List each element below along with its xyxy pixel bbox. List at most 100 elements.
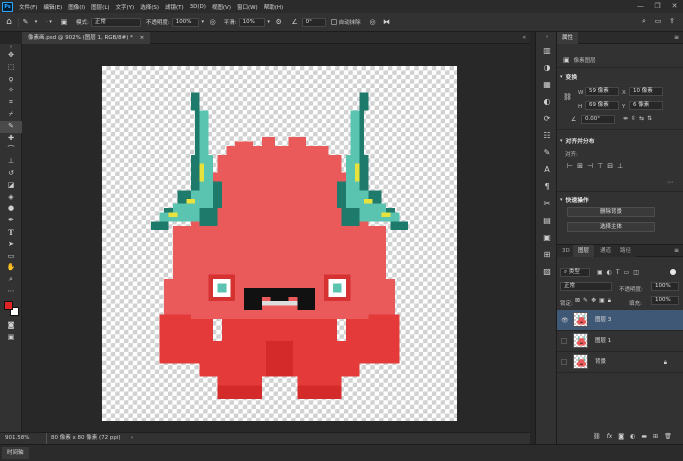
menu-image[interactable]: 图像(I) bbox=[65, 3, 88, 11]
glyphs-panel-icon[interactable]: ▤ bbox=[536, 212, 558, 229]
layer-row[interactable]: 背景 🔒︎ bbox=[557, 352, 683, 373]
select-subject-button[interactable]: 选择主体 bbox=[567, 222, 655, 232]
type-tool-icon[interactable]: T bbox=[0, 227, 22, 239]
move-tool-icon[interactable]: ✥ bbox=[0, 50, 22, 62]
new-layer-icon[interactable]: ⊞ bbox=[653, 433, 658, 440]
brush-settings-icon[interactable]: ▣ bbox=[58, 18, 70, 27]
dodge-tool-icon[interactable]: ● bbox=[0, 203, 22, 215]
lock-position-icon[interactable]: ✥ bbox=[591, 297, 596, 305]
chevron-down-icon[interactable]: ▾ bbox=[32, 18, 40, 27]
pressure-size-icon[interactable]: ◎ bbox=[366, 18, 380, 27]
menu-edit[interactable]: 编辑(E) bbox=[40, 3, 65, 11]
menu-select[interactable]: 选择(S) bbox=[137, 3, 162, 11]
magic-wand-tool-icon[interactable]: ✧ bbox=[0, 85, 22, 97]
pencil-tool-icon[interactable]: ✎ bbox=[0, 120, 22, 133]
chevron-down-icon[interactable]: ▾ bbox=[199, 18, 207, 27]
auto-erase-checkbox[interactable] bbox=[330, 19, 337, 25]
align-top-icon[interactable]: ⊤ bbox=[597, 162, 603, 170]
chevron-down-icon[interactable]: ▾ bbox=[560, 74, 563, 80]
blend-mode-select[interactable]: 正常 bbox=[560, 282, 612, 291]
history-panel-icon[interactable]: ▥ bbox=[536, 42, 558, 59]
strip-expand-icon[interactable]: » bbox=[536, 32, 558, 42]
pressure-opacity-icon[interactable]: ◎ bbox=[207, 18, 219, 27]
menu-view[interactable]: 视图(V) bbox=[209, 3, 234, 11]
filter-type-icon[interactable]: T bbox=[616, 269, 620, 276]
properties-panel-icon[interactable]: ☷ bbox=[536, 127, 558, 144]
clone-stamp-tool-icon[interactable]: ⊥ bbox=[0, 156, 22, 168]
gear-icon[interactable]: ⚙ bbox=[273, 18, 285, 27]
document-tab[interactable]: 像素画.psd @ 902% (图层 1, RGB/8#) * × bbox=[22, 32, 151, 44]
panel-menu-icon[interactable]: ≡ bbox=[674, 32, 679, 44]
fill-input[interactable]: 100% bbox=[651, 296, 679, 305]
lock-artboard-icon[interactable]: ▣ bbox=[599, 297, 605, 305]
info-panel-icon[interactable]: ⊞ bbox=[536, 246, 558, 263]
screen-mode-icon[interactable]: ▣ bbox=[0, 332, 22, 344]
more-tools-icon[interactable]: ⋯ bbox=[0, 286, 22, 298]
tools-preset-icon[interactable]: ✂ bbox=[536, 195, 558, 212]
eyedropper-tool-icon[interactable]: ⌿ bbox=[0, 109, 22, 121]
angle-input[interactable]: 0° bbox=[301, 17, 326, 27]
histogram-panel-icon[interactable]: ▨ bbox=[536, 263, 558, 280]
close-icon[interactable]: × bbox=[140, 35, 145, 41]
maximize-button[interactable]: ❐ bbox=[649, 0, 666, 13]
y-input[interactable]: 6 像素 bbox=[629, 101, 663, 110]
flip-horizontal-icon[interactable]: ⇹ bbox=[623, 115, 628, 122]
color-panel-icon[interactable]: ◑ bbox=[536, 59, 558, 76]
menu-file[interactable]: 文件(F) bbox=[16, 3, 40, 11]
tab-properties[interactable]: 属性 bbox=[557, 32, 579, 44]
zoom-level[interactable]: 901.58% bbox=[5, 433, 29, 444]
align-left-icon[interactable]: ⊢ bbox=[567, 162, 573, 170]
trash-icon[interactable]: 🗑︎ bbox=[664, 433, 672, 440]
height-input[interactable]: 69 像素 bbox=[585, 101, 619, 110]
menu-help[interactable]: 帮助(H) bbox=[261, 3, 286, 11]
visibility-toggle[interactable] bbox=[561, 359, 567, 365]
panel-collapse-icon[interactable]: « bbox=[522, 32, 526, 44]
quick-mask-icon[interactable]: ◙ bbox=[0, 320, 22, 332]
eye-icon[interactable]: 👁︎ bbox=[561, 310, 569, 331]
tab-paths[interactable]: 路径 bbox=[615, 245, 637, 257]
history-brush-tool-icon[interactable]: ↺ bbox=[0, 168, 22, 180]
flip-horizontal-alt-icon[interactable]: ⇆ bbox=[639, 115, 644, 122]
paint-bucket-tool-icon[interactable]: ◈ bbox=[0, 192, 22, 204]
filter-smart-icon[interactable]: ◫ bbox=[633, 269, 639, 276]
align-middle-icon[interactable]: ⊟ bbox=[607, 162, 613, 170]
link-icon[interactable]: ⛓ bbox=[593, 433, 601, 440]
search-icon[interactable]: ⌕ bbox=[637, 17, 651, 26]
lock-image-icon[interactable]: ✎ bbox=[583, 297, 588, 305]
healing-brush-tool-icon[interactable]: ✚ bbox=[0, 133, 22, 145]
tab-channels[interactable]: 通道 bbox=[595, 245, 617, 257]
more-options-icon[interactable]: ⋯ bbox=[667, 179, 673, 186]
mask-icon[interactable]: ◙ bbox=[618, 433, 624, 440]
chevron-down-icon[interactable]: ▾ bbox=[265, 18, 273, 27]
brush-tool-icon[interactable]: ⌒ bbox=[0, 144, 22, 156]
group-icon[interactable]: ▬ bbox=[641, 433, 647, 440]
brushes-panel-icon[interactable]: ✎ bbox=[536, 144, 558, 161]
share-icon[interactable]: ⇪ bbox=[665, 17, 679, 26]
menu-type[interactable]: 文字(Y) bbox=[113, 3, 138, 11]
adjustment-icon[interactable]: ◐ bbox=[630, 433, 635, 440]
layer-filter-select[interactable]: ⌕ 类型 bbox=[560, 268, 590, 277]
align-center-icon[interactable]: ⊞ bbox=[577, 162, 583, 170]
filter-shape-icon[interactable]: ▭ bbox=[624, 269, 630, 276]
menu-3d[interactable]: 3D(D) bbox=[187, 4, 209, 10]
align-right-icon[interactable]: ⊣ bbox=[587, 162, 593, 170]
menu-layer[interactable]: 图层(L) bbox=[88, 3, 112, 11]
timeline-tab[interactable]: 时间轴 bbox=[2, 447, 29, 459]
rotation-input[interactable]: 0.00° bbox=[581, 115, 615, 124]
character-panel-icon[interactable]: A bbox=[536, 161, 558, 178]
chevron-down-icon[interactable]: ▾ bbox=[560, 197, 563, 203]
pencil-icon[interactable]: ✎ bbox=[18, 17, 32, 27]
close-window-button[interactable]: ✕ bbox=[666, 0, 683, 13]
align-bottom-icon[interactable]: ⊥ bbox=[617, 162, 623, 170]
flip-vertical-icon[interactable]: ⇳ bbox=[631, 115, 636, 122]
layer-row[interactable]: 👁︎ 图层 3 bbox=[557, 310, 683, 331]
smooth-input[interactable]: 10% bbox=[238, 17, 265, 27]
filter-pixel-icon[interactable]: ▣ bbox=[597, 269, 603, 276]
rectangle-tool-icon[interactable]: ▭ bbox=[0, 251, 22, 263]
tab-layers[interactable]: 图层 bbox=[573, 245, 595, 257]
crop-tool-icon[interactable]: ⌗ bbox=[0, 97, 22, 109]
status-arrow-icon[interactable]: › bbox=[131, 433, 133, 444]
lock-transparent-icon[interactable]: ⊠ bbox=[575, 297, 580, 305]
artboard[interactable] bbox=[102, 66, 457, 421]
lock-all-icon[interactable]: 🔒︎ bbox=[608, 297, 611, 305]
